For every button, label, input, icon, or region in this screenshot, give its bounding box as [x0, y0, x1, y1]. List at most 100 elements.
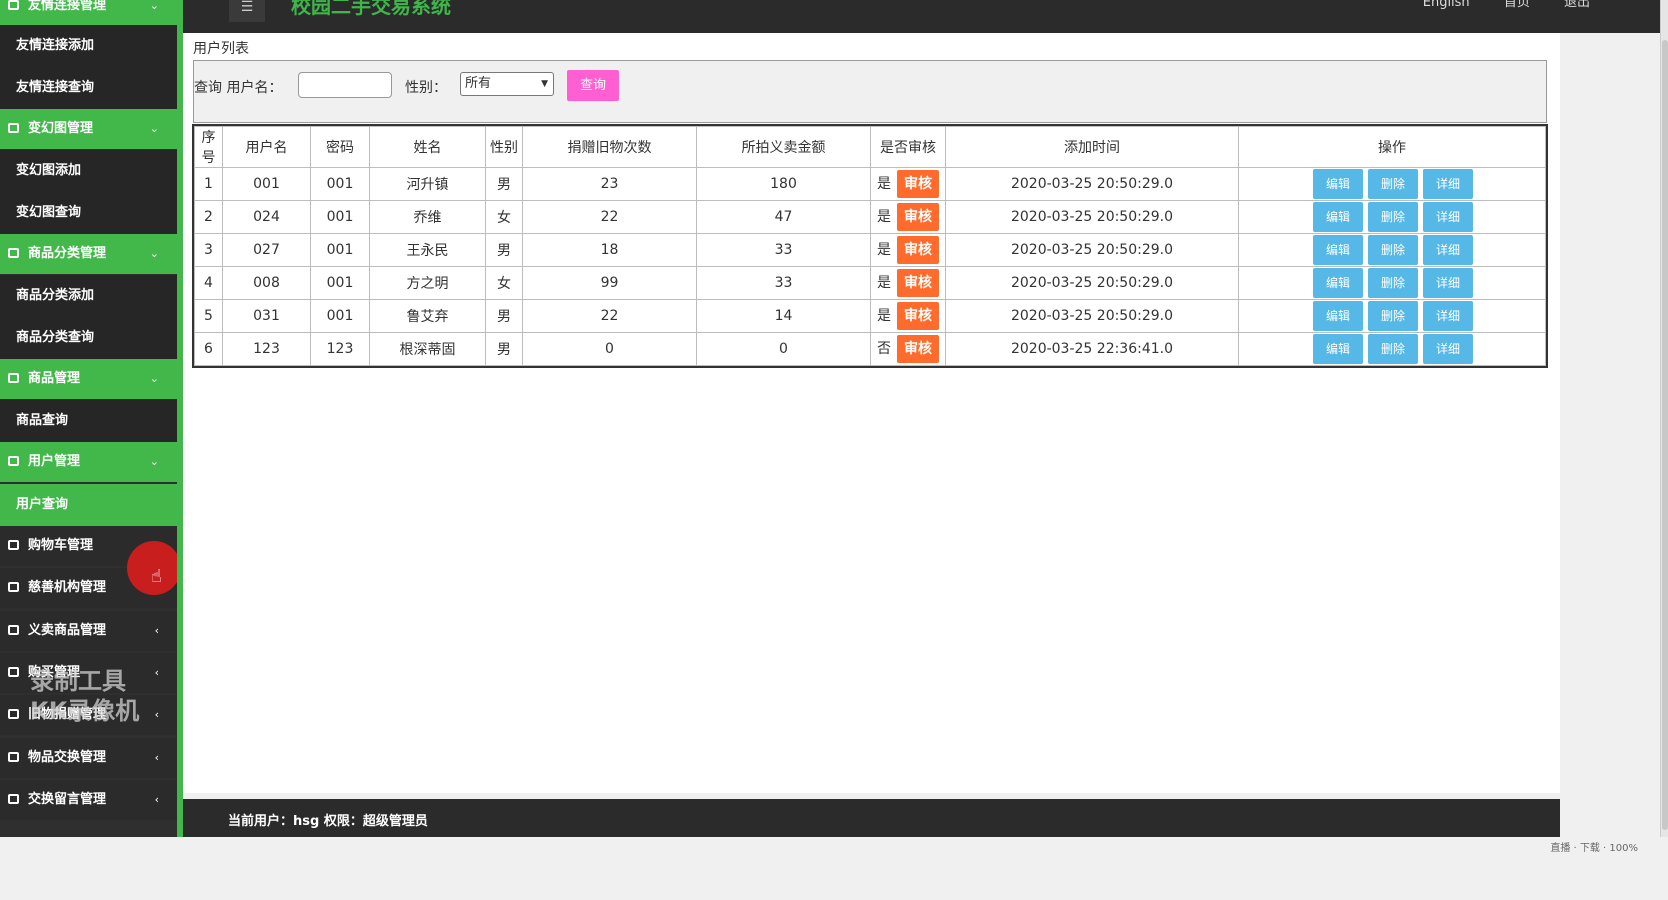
- edit-button[interactable]: 编辑: [1313, 202, 1363, 232]
- detail-button[interactable]: 详细: [1423, 334, 1473, 364]
- username-label: 查询 用户名：: [194, 80, 283, 96]
- col-header: 性别: [485, 126, 523, 168]
- edit-button[interactable]: 编辑: [1313, 301, 1363, 331]
- col-header: 所拍义卖金额: [696, 126, 871, 168]
- delete-button[interactable]: 删除: [1368, 301, 1418, 331]
- sidebar-group-category[interactable]: 商品分类管理 ⌄: [0, 234, 177, 274]
- audit-button[interactable]: 审核: [897, 203, 939, 231]
- scrollbar-thumb[interactable]: [1662, 40, 1668, 830]
- audit-button[interactable]: 审核: [897, 335, 939, 363]
- col-header: 是否审核: [870, 126, 946, 168]
- page-title: 用户列表: [193, 41, 249, 57]
- table-row: 2 024 001 乔维 女 22 47 是审核 2020-03-25 20:5…: [194, 200, 1546, 234]
- sidebar-item-friend-link-query[interactable]: 友情连接查询: [0, 67, 177, 109]
- query-button[interactable]: 查询: [567, 70, 619, 101]
- detail-button[interactable]: 详细: [1423, 268, 1473, 298]
- window-icon: [8, 709, 19, 719]
- col-header: 序号: [194, 126, 223, 168]
- sidebar-item-slideshow-add[interactable]: 变幻图添加: [0, 150, 177, 192]
- gender-select[interactable]: 所有 ▼: [460, 72, 554, 96]
- edit-button[interactable]: 编辑: [1313, 334, 1363, 364]
- window-icon: [8, 248, 19, 258]
- col-header: 用户名: [222, 126, 311, 168]
- footer-bar: 当前用户：hsg 权限：超级管理员: [183, 799, 1560, 837]
- audit-button[interactable]: 审核: [897, 269, 939, 297]
- table-header-row: 序号 用户名 密码 姓名 性别 捐赠旧物次数 所拍义卖金额 是否审核 添加时间 …: [194, 126, 1546, 168]
- sidebar-group-exchange-message[interactable]: 交换留言管理 ‹: [0, 780, 177, 820]
- chevron-left-icon: ‹: [154, 708, 159, 721]
- audit-button[interactable]: 审核: [897, 302, 939, 330]
- sidebar-group-exchange[interactable]: 物品交换管理 ‹: [0, 738, 177, 778]
- delete-button[interactable]: 删除: [1368, 169, 1418, 199]
- top-bar: ☰ 校园二手交易系统 English 首页 退出: [183, 0, 1660, 33]
- sidebar-item-slideshow-query[interactable]: 变幻图查询: [0, 192, 177, 234]
- chevron-left-icon: ‹: [154, 624, 159, 637]
- col-header: 密码: [310, 126, 370, 168]
- table-row: 6 123 123 根深蒂固 男 0 0 否审核 2020-03-25 22:3…: [194, 332, 1546, 366]
- audit-button[interactable]: 审核: [897, 236, 939, 264]
- user-table: 序号 用户名 密码 姓名 性别 捐赠旧物次数 所拍义卖金额 是否审核 添加时间 …: [192, 124, 1548, 368]
- sidebar-item-goods-query[interactable]: 商品查询: [0, 400, 177, 442]
- delete-button[interactable]: 删除: [1368, 202, 1418, 232]
- recorder-watermark: 录制工具 KK录像机: [30, 667, 140, 725]
- table-row: 5 031 001 鲁艾弃 男 22 14 是审核 2020-03-25 20:…: [194, 299, 1546, 333]
- dropdown-arrow-icon: ▼: [541, 79, 548, 89]
- top-links: English 首页 退出: [1393, 0, 1590, 10]
- sidebar: 友情连接管理 ⌄ 友情连接添加 友情连接查询 变幻图管理 ⌄ 变幻图添加 变幻图…: [0, 0, 183, 891]
- sidebar-group-friend-links[interactable]: 友情连接管理 ⌄: [0, 0, 177, 26]
- sidebar-group-goods[interactable]: 商品管理 ⌄: [0, 359, 177, 399]
- chevron-down-icon: ⌄: [149, 455, 159, 468]
- audit-status: 是: [877, 308, 891, 324]
- chevron-left-icon: ‹: [154, 751, 159, 764]
- site-title: 校园二手交易系统: [291, 0, 451, 18]
- sidebar-group-charity-goods[interactable]: 义卖商品管理 ‹: [0, 611, 177, 651]
- hand-cursor-icon: ☝: [151, 566, 162, 587]
- sidebar-group-slideshow[interactable]: 变幻图管理 ⌄: [0, 109, 177, 149]
- audit-status: 是: [877, 209, 891, 225]
- home-link[interactable]: 首页: [1504, 0, 1530, 10]
- language-link[interactable]: English: [1423, 0, 1470, 10]
- window-icon: [8, 582, 19, 592]
- page-scrollbar[interactable]: [1660, 0, 1668, 840]
- sidebar-item-friend-link-add[interactable]: 友情连接添加: [0, 25, 177, 67]
- col-header: 姓名: [369, 126, 486, 168]
- detail-button[interactable]: 详细: [1423, 235, 1473, 265]
- delete-button[interactable]: 删除: [1368, 268, 1418, 298]
- audit-status: 是: [877, 242, 891, 258]
- col-header: 操作: [1238, 126, 1546, 168]
- window-icon: [8, 667, 19, 677]
- audit-status: 否: [877, 341, 891, 357]
- sidebar-group-users[interactable]: 用户管理 ⌄: [0, 442, 177, 482]
- logout-link[interactable]: 退出: [1564, 0, 1590, 10]
- sidebar-item-category-add[interactable]: 商品分类添加: [0, 275, 177, 317]
- delete-button[interactable]: 删除: [1368, 334, 1418, 364]
- chevron-left-icon: ‹: [154, 793, 159, 806]
- detail-button[interactable]: 详细: [1423, 169, 1473, 199]
- main-content: 用户列表 查询 用户名： 性别： 所有 ▼ 查询 序号 用户名 密码 姓名 性别…: [183, 33, 1560, 793]
- sidebar-item-user-query[interactable]: 用户查询: [0, 484, 177, 526]
- col-header: 添加时间: [945, 126, 1239, 168]
- delete-button[interactable]: 删除: [1368, 235, 1418, 265]
- chevron-down-icon: ⌄: [149, 247, 159, 260]
- gender-label: 性别：: [405, 80, 447, 96]
- username-search-input[interactable]: [298, 72, 392, 98]
- audit-button[interactable]: 审核: [897, 170, 939, 198]
- menu-icon[interactable]: ☰: [229, 0, 265, 22]
- window-icon: [8, 456, 19, 466]
- detail-button[interactable]: 详细: [1423, 202, 1473, 232]
- window-icon: [8, 123, 19, 133]
- chevron-down-icon: ⌄: [149, 122, 159, 135]
- edit-button[interactable]: 编辑: [1313, 268, 1363, 298]
- window-icon: [8, 373, 19, 383]
- chevron-down-icon: ⌄: [149, 372, 159, 385]
- search-bar: 查询 用户名： 性别： 所有 ▼ 查询: [193, 60, 1547, 123]
- window-icon: [8, 0, 19, 10]
- sidebar-item-category-query[interactable]: 商品分类查询: [0, 317, 177, 359]
- window-icon: [8, 752, 19, 762]
- chevron-down-icon: ⌄: [149, 0, 159, 12]
- edit-button[interactable]: 编辑: [1313, 235, 1363, 265]
- window-icon: [8, 794, 19, 804]
- chevron-left-icon: ‹: [154, 666, 159, 679]
- edit-button[interactable]: 编辑: [1313, 169, 1363, 199]
- detail-button[interactable]: 详细: [1423, 301, 1473, 331]
